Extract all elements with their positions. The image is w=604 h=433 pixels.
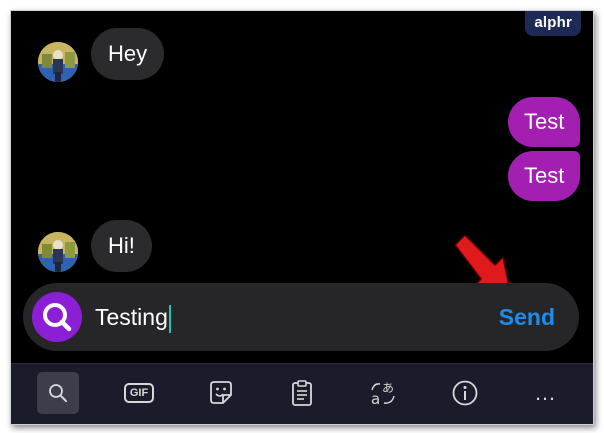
clipboard-icon [292, 380, 312, 406]
toolbar-sticker-button[interactable] [200, 372, 242, 414]
search-icon [43, 303, 72, 332]
text-cursor [168, 304, 171, 333]
alphr-watermark: alphr [525, 11, 581, 36]
toolbar-gif-button[interactable]: GIF [118, 372, 160, 414]
search-icon [49, 384, 67, 402]
more-icon: … [534, 380, 558, 405]
message-bubble-outgoing: Test [508, 151, 581, 201]
translate-icon: a あ [371, 381, 395, 407]
svg-text:a: a [371, 390, 380, 407]
contact-avatar[interactable] [38, 232, 78, 272]
toolbar-info-button[interactable] [444, 372, 486, 414]
svg-text:あ: あ [382, 381, 394, 395]
search-button[interactable] [32, 292, 82, 342]
toolbar-clipboard-button[interactable] [281, 372, 323, 414]
message-bubble-incoming: Hi! [91, 220, 152, 272]
info-icon [452, 380, 478, 406]
toolbar-more-button[interactable]: … [525, 372, 567, 414]
keyboard-toolbar: GIF a あ … [11, 363, 593, 424]
contact-avatar[interactable] [38, 42, 78, 82]
message-composer: Testing Send [23, 283, 579, 351]
toolbar-translate-button[interactable]: a あ [362, 372, 404, 414]
gif-icon: GIF [123, 383, 155, 403]
screenshot-frame: alphr Hey Test Test Hi! Testing Send GIF… [10, 10, 594, 425]
message-input[interactable]: Testing [95, 301, 171, 333]
send-button[interactable]: Send [499, 302, 555, 332]
message-bubble-outgoing: Test [508, 97, 581, 147]
toolbar-search-button[interactable] [37, 372, 79, 414]
message-bubble-incoming: Hey [91, 28, 165, 80]
sticker-icon [210, 381, 232, 404]
message-input-value: Testing [95, 304, 168, 330]
